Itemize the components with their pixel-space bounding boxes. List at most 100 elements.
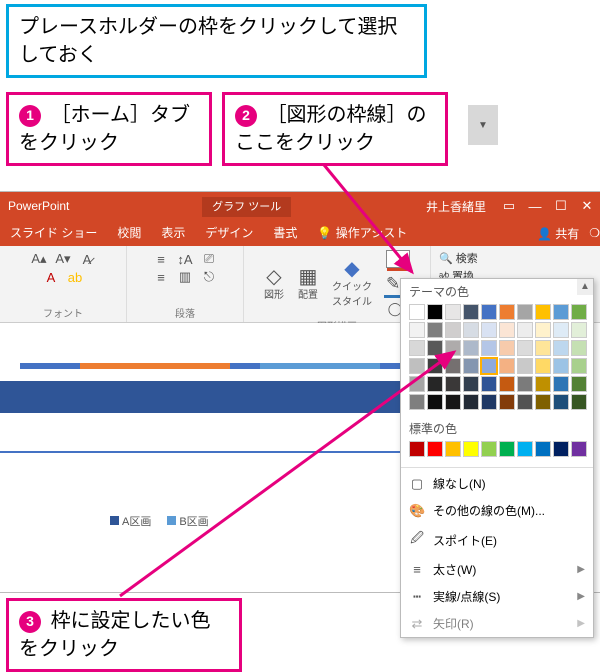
theme-color-swatch[interactable] [409,340,425,356]
align-icon[interactable]: ≡ [152,268,170,286]
theme-color-swatch[interactable] [535,394,551,410]
theme-color-swatch[interactable] [427,322,443,338]
standard-color-swatch[interactable] [463,441,479,457]
arrange-icon[interactable]: ▦ [299,267,317,285]
arrows-item[interactable]: ⇄矢印(R)▶ [401,610,593,637]
theme-color-swatch[interactable] [445,358,461,374]
shapes-icon[interactable]: ◇ [265,267,283,285]
theme-color-swatch[interactable] [535,304,551,320]
theme-color-swatch[interactable] [463,394,479,410]
standard-color-swatch[interactable] [571,441,587,457]
text-direction-icon[interactable]: ↕A [176,250,194,268]
theme-color-swatch[interactable] [499,358,515,374]
scroll-up-icon[interactable]: ▲ [577,279,593,295]
theme-color-swatch[interactable] [553,376,569,392]
theme-color-swatch[interactable] [481,304,497,320]
eyedropper-item[interactable]: 🖉スポイト(E) [401,524,593,556]
theme-color-swatch[interactable] [517,376,533,392]
tab-view[interactable]: 表示 [151,220,195,246]
theme-color-swatch[interactable] [553,322,569,338]
theme-color-swatch[interactable] [409,394,425,410]
theme-color-swatch[interactable] [463,358,479,374]
increase-font-icon[interactable]: A▴ [30,250,48,268]
theme-color-swatch[interactable] [517,358,533,374]
tell-me[interactable]: 💡 操作アシスト [307,220,417,246]
theme-color-swatch[interactable] [499,304,515,320]
standard-color-swatch[interactable] [481,441,497,457]
theme-color-swatch[interactable] [427,358,443,374]
font-color-icon[interactable]: A [42,268,60,286]
standard-color-swatch[interactable] [409,441,425,457]
theme-color-swatch[interactable] [499,340,515,356]
theme-color-swatch[interactable] [427,394,443,410]
theme-color-swatch[interactable] [571,358,587,374]
theme-color-swatch[interactable] [571,340,587,356]
theme-color-swatch[interactable] [427,376,443,392]
theme-color-swatch[interactable] [409,304,425,320]
theme-color-swatch[interactable] [463,322,479,338]
decrease-font-icon[interactable]: A▾ [54,250,72,268]
align-text-icon[interactable]: ⎚ [200,250,218,268]
standard-color-swatch[interactable] [427,441,443,457]
find-button[interactable]: 🔍 検索 [439,250,478,266]
maximize-icon[interactable]: ☐ [548,198,574,214]
ribbon-options-icon[interactable]: ▭ [496,198,522,214]
clear-format-icon[interactable]: A̷ [78,250,96,268]
theme-color-swatch[interactable] [463,340,479,356]
dashes-item[interactable]: ┅実線/点線(S)▶ [401,583,593,610]
close-icon[interactable]: ✕ [574,198,600,214]
theme-color-swatch[interactable] [445,322,461,338]
tab-design[interactable]: デザイン [195,220,263,246]
theme-color-swatch[interactable] [427,304,443,320]
theme-color-swatch[interactable] [409,358,425,374]
theme-color-swatch[interactable] [445,376,461,392]
standard-color-swatch[interactable] [553,441,569,457]
standard-color-swatch[interactable] [517,441,533,457]
theme-color-swatch[interactable] [409,376,425,392]
theme-color-swatch[interactable] [571,304,587,320]
theme-color-swatch[interactable] [571,394,587,410]
theme-color-swatch[interactable] [427,340,443,356]
theme-color-swatch[interactable] [481,376,497,392]
theme-color-swatch[interactable] [553,304,569,320]
theme-color-swatch[interactable] [445,340,461,356]
theme-color-swatch[interactable] [535,358,551,374]
theme-color-swatch[interactable] [409,322,425,338]
highlight-icon[interactable]: ab [66,268,84,286]
tab-review[interactable]: 校閲 [107,220,151,246]
shape-fill-button[interactable] [386,250,410,268]
theme-color-swatch[interactable] [553,340,569,356]
theme-color-swatch[interactable] [481,340,497,356]
tab-slideshow[interactable]: スライド ショー [0,220,107,246]
standard-color-swatch[interactable] [445,441,461,457]
theme-color-swatch[interactable] [571,376,587,392]
theme-color-swatch[interactable] [571,322,587,338]
smartart-icon[interactable]: ⎋ [200,268,218,286]
theme-color-swatch[interactable] [481,358,497,374]
theme-color-swatch[interactable] [553,358,569,374]
quick-styles-icon[interactable]: ◆ [343,260,361,278]
theme-color-swatch[interactable] [517,304,533,320]
theme-color-swatch[interactable] [517,322,533,338]
theme-color-swatch[interactable] [535,340,551,356]
help-icon[interactable]: ❍ [589,226,600,240]
theme-color-swatch[interactable] [553,394,569,410]
theme-color-swatch[interactable] [481,394,497,410]
more-colors-item[interactable]: 🎨その他の線の色(M)... [401,497,593,524]
theme-color-swatch[interactable] [517,394,533,410]
theme-color-swatch[interactable] [535,376,551,392]
theme-color-swatch[interactable] [463,304,479,320]
theme-color-swatch[interactable] [445,304,461,320]
bullets-icon[interactable]: ≡ [152,250,170,268]
theme-color-swatch[interactable] [499,376,515,392]
no-outline-item[interactable]: ▢線なし(N) [401,470,593,497]
minimize-icon[interactable]: — [522,199,548,214]
theme-color-swatch[interactable] [499,322,515,338]
dropdown-button[interactable]: ▼ [468,105,498,145]
theme-color-swatch[interactable] [517,340,533,356]
theme-color-swatch[interactable] [499,394,515,410]
columns-icon[interactable]: ▥ [176,268,194,286]
theme-color-swatch[interactable] [445,394,461,410]
theme-color-swatch[interactable] [463,376,479,392]
share-button[interactable]: 👤 共有 [527,225,589,242]
